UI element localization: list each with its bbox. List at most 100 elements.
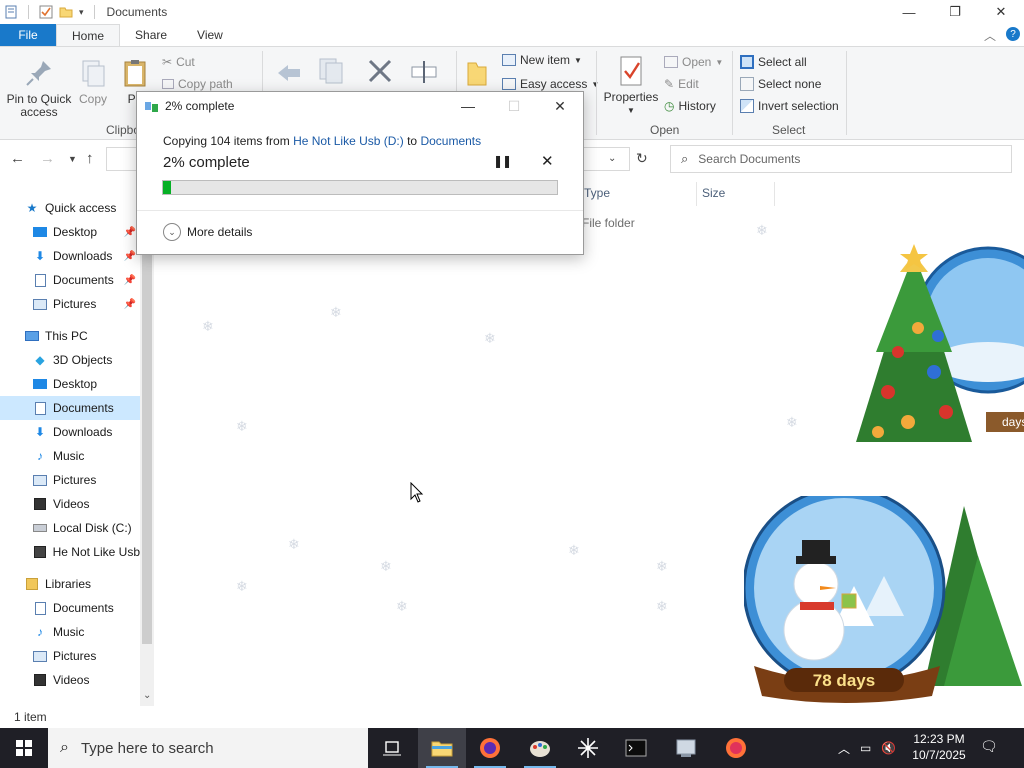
checkmark-icon[interactable] [39,5,53,19]
nav-scrollbar-thumb[interactable] [142,204,152,644]
taskbar-clock[interactable]: 12:23 PM 10/7/2025 [906,731,972,763]
mouse-cursor-icon [410,482,424,503]
nav-item-pictures-pc[interactable]: Pictures [0,468,140,492]
nav-quick-access[interactable]: ★ Quick access [0,196,140,220]
collapse-ribbon-icon[interactable]: ︿ [984,27,996,44]
nav-item-documents-pc[interactable]: Documents [0,396,140,420]
help-icon[interactable]: ? [1006,27,1020,41]
properties-icon[interactable] [4,5,18,19]
minimize-button[interactable]: — [886,0,932,24]
firefox-icon [480,738,500,758]
column-header-size[interactable]: Size [702,186,725,200]
nav-item-documents[interactable]: Documents 📌 [0,268,140,292]
customize-toolbar-icon[interactable]: ▾ [79,7,84,18]
up-arrow-icon[interactable]: ↑ [86,150,94,167]
divider [93,5,95,19]
search-input[interactable]: ⌕ Search Documents [670,145,1012,173]
properties-button[interactable]: Properties ▼ [604,55,658,117]
taskbar-snipping-tool[interactable] [564,728,612,768]
notifications-icon[interactable]: 🗨 [980,738,998,755]
pin-icon[interactable]: 📌 [124,227,136,238]
dialog-close-button[interactable]: ✕ [537,92,583,120]
taskbar-firefox-2[interactable] [712,728,760,768]
open-button[interactable]: Open ▼ [664,55,723,69]
nav-item-desktop-pc[interactable]: Desktop [0,372,140,396]
nav-item-usb-drive[interactable]: He Not Like Usb [0,540,140,564]
maximize-button[interactable]: ❐ [932,0,978,24]
taskbar-paint[interactable] [516,728,564,768]
select-all-button[interactable]: Select all [740,55,807,69]
pin-to-quick-access-button[interactable]: Pin to Quick access [6,57,72,119]
cut-button[interactable]: ✂ Cut [162,55,195,69]
new-item-button[interactable]: New item ▼ [502,53,582,67]
source-link[interactable]: He Not Like Usb (D:) [293,134,404,148]
nav-item-pictures[interactable]: Pictures 📌 [0,292,140,316]
invert-selection-button[interactable]: Invert selection [740,99,839,113]
dropdown-arrow-icon: ▼ [715,57,724,67]
pin-icon[interactable]: 📌 [124,299,136,310]
nav-item-lib-documents[interactable]: Documents [0,596,140,620]
copy-path-button[interactable]: Copy path [162,77,233,91]
nav-item-lib-videos[interactable]: Videos [0,668,140,692]
forward-arrow-icon[interactable]: → [40,150,55,167]
new-folder-icon[interactable] [466,57,488,89]
taskbar-command-prompt[interactable] [612,728,660,768]
dialog-title: 2% complete [165,99,235,113]
nav-item-videos[interactable]: Videos [0,492,140,516]
edit-button[interactable]: ✎ Edit [664,77,699,91]
nav-item-music[interactable]: ♪ Music [0,444,140,468]
nav-item-3d-objects[interactable]: ◆ 3D Objects [0,348,140,372]
rename-icon[interactable] [408,55,440,87]
dialog-minimize-button[interactable]: — [445,92,491,120]
pause-button[interactable]: ❚❚ [493,154,512,168]
nav-this-pc[interactable]: This PC [0,324,140,348]
nav-item-downloads[interactable]: ⬇ Downloads 📌 [0,244,140,268]
column-header-type[interactable]: Type [584,186,610,200]
refresh-icon[interactable]: ↻ [636,150,648,167]
back-arrow-icon[interactable]: ← [10,150,25,167]
taskbar-search-box[interactable]: ⌕ Type here to search [48,728,368,768]
taskbar-app[interactable] [662,728,710,768]
destination-link[interactable]: Documents [420,134,481,148]
history-button[interactable]: ◷ History [664,99,716,113]
terminal-icon [625,739,647,757]
more-details-button[interactable]: ⌄ More details [163,223,252,241]
tab-view[interactable]: View [182,24,238,46]
delete-icon[interactable] [364,55,396,87]
copy-button[interactable]: Copy [76,57,110,106]
tab-share[interactable]: Share [120,24,182,46]
snowflake-icon: ❄ [656,598,668,614]
taskbar-file-explorer[interactable] [418,728,466,768]
start-button[interactable] [0,728,48,768]
nav-item-desktop[interactable]: Desktop 📌 [0,220,140,244]
volume-muted-icon[interactable]: 🔇 [881,741,896,755]
nav-item-lib-music[interactable]: ♪ Music [0,620,140,644]
task-view-button[interactable] [368,728,416,768]
select-none-button[interactable]: Select none [740,77,821,91]
easy-access-button[interactable]: Easy access▼ [502,77,599,91]
network-icon[interactable]: ▭ [860,741,871,755]
nav-item-downloads-pc[interactable]: ⬇ Downloads [0,420,140,444]
nav-item-local-disk[interactable]: Local Disk (C:) [0,516,140,540]
pin-icon[interactable]: 📌 [124,251,136,262]
move-to-icon[interactable] [274,57,306,89]
tab-home[interactable]: Home [56,24,121,46]
taskbar-firefox[interactable] [466,728,514,768]
nav-libraries[interactable]: Libraries [0,572,140,596]
scroll-down-icon[interactable]: ⌄ [143,690,151,701]
snowflake-icon: ❄ [288,536,300,552]
new-folder-icon[interactable] [59,5,73,19]
copy-to-icon[interactable] [316,55,348,87]
file-row-type[interactable]: File folder [582,216,635,230]
recent-locations-icon[interactable]: ▼ [68,154,77,164]
tab-file[interactable]: File [0,24,56,46]
music-icon: ♪ [37,625,43,639]
cube-icon: ◆ [35,353,45,367]
close-button[interactable]: ✕ [978,0,1024,24]
address-dropdown-icon[interactable]: ⌄ [608,153,616,164]
show-hidden-icons-icon[interactable]: ︿ [838,740,850,757]
title-bar: ▾ Documents — ❐ ✕ [0,0,1024,24]
nav-item-lib-pictures[interactable]: Pictures [0,644,140,668]
cancel-copy-button[interactable]: ✕ [541,152,554,170]
pin-icon[interactable]: 📌 [124,275,136,286]
